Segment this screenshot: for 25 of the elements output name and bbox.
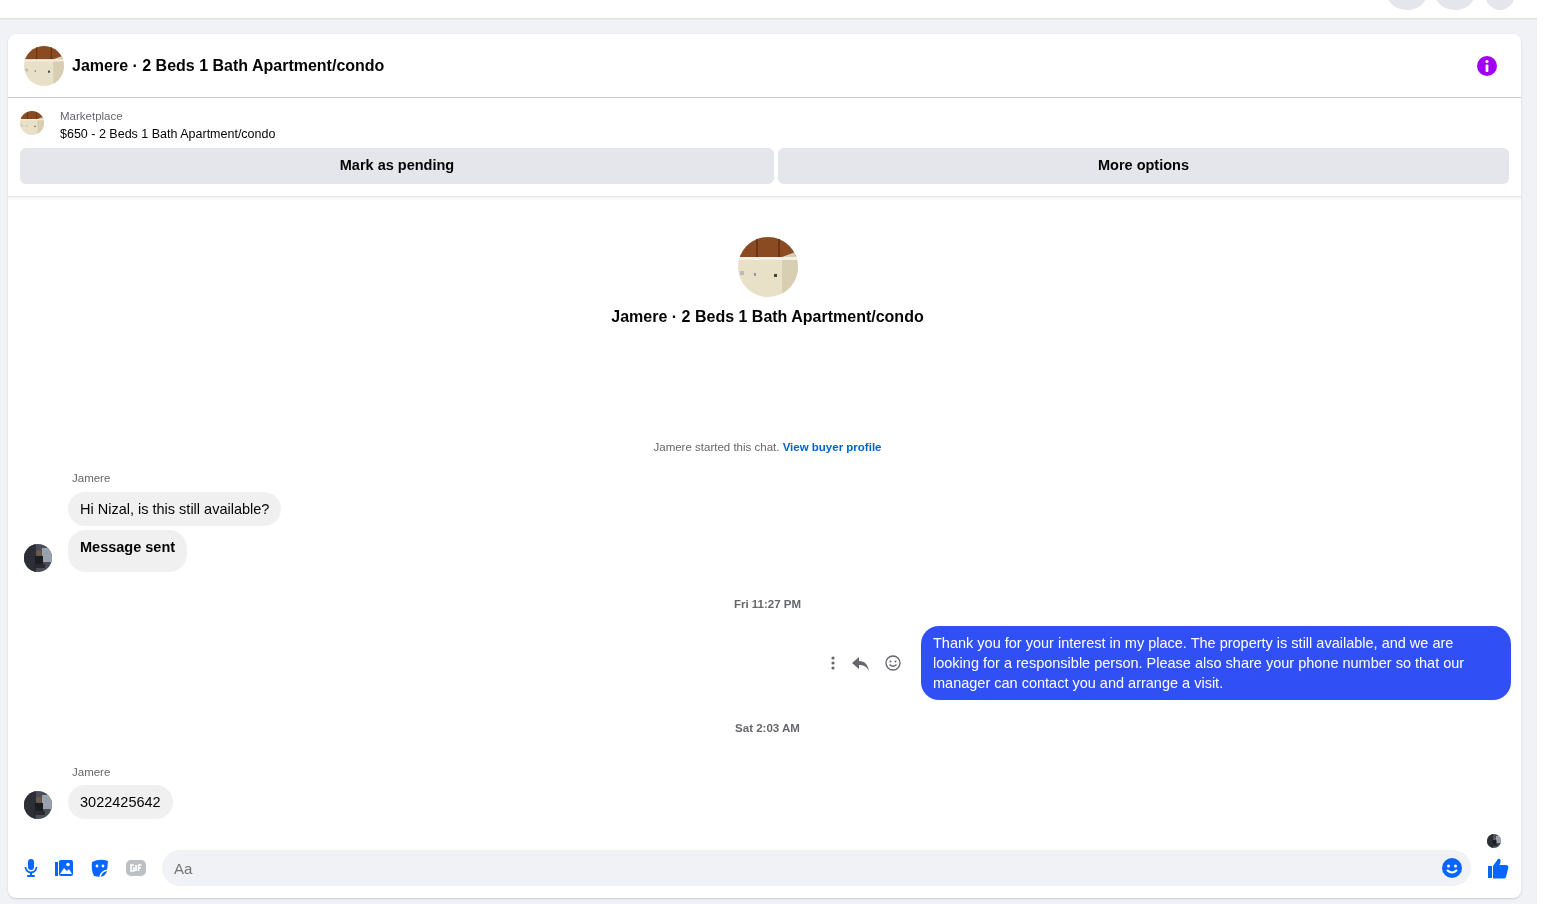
sender-name: Jamere bbox=[72, 471, 112, 487]
more-icon[interactable] bbox=[831, 655, 835, 670]
message-bubble: 3022425642 bbox=[68, 784, 173, 819]
timestamp: Sat 2:03 AM bbox=[734, 720, 801, 736]
microphone-icon[interactable] bbox=[24, 858, 38, 878]
message-bubble: Thank you for your interest in my place. The property is still available, and we are looking for a responsible person. Please also share your phone number so that our manager can contact you and arrange a visit. bbox=[921, 625, 1511, 700]
like-icon[interactable] bbox=[1487, 857, 1509, 879]
message-bubble: Hi Nizal, is this still available? bbox=[68, 491, 282, 526]
emoji-icon[interactable] bbox=[885, 654, 901, 671]
mark-pending-button[interactable]: Mark as pending bbox=[20, 148, 774, 184]
listing-source: Marketplace bbox=[60, 109, 124, 124]
status-bubble: Message sent bbox=[68, 529, 188, 572]
chat-intro-title: Jamere · 2 Beds 1 Bath Apartment/condo bbox=[611, 307, 924, 327]
gallery-icon[interactable] bbox=[54, 859, 74, 877]
timestamp: Fri 11:27 PM bbox=[732, 596, 803, 612]
buyer-profile-link[interactable]: View buyer profile bbox=[782, 441, 882, 453]
sticker-icon[interactable] bbox=[90, 858, 110, 878]
sender-name: Jamere bbox=[72, 764, 112, 780]
info-icon[interactable] bbox=[1477, 55, 1497, 76]
conversation-title: Jamere · 2 Beds 1 Bath Apartment/condo bbox=[72, 55, 386, 76]
listing-summary: $650 - 2 Beds 1 Bath Apartment/condo bbox=[60, 126, 276, 144]
message-input[interactable]: Aa bbox=[162, 850, 1471, 886]
more-options-button[interactable]: More options bbox=[778, 148, 1509, 184]
emoji-icon[interactable] bbox=[1441, 857, 1463, 879]
chat-started-notice: Jamere started this chat. View buyer profile bbox=[653, 440, 882, 455]
